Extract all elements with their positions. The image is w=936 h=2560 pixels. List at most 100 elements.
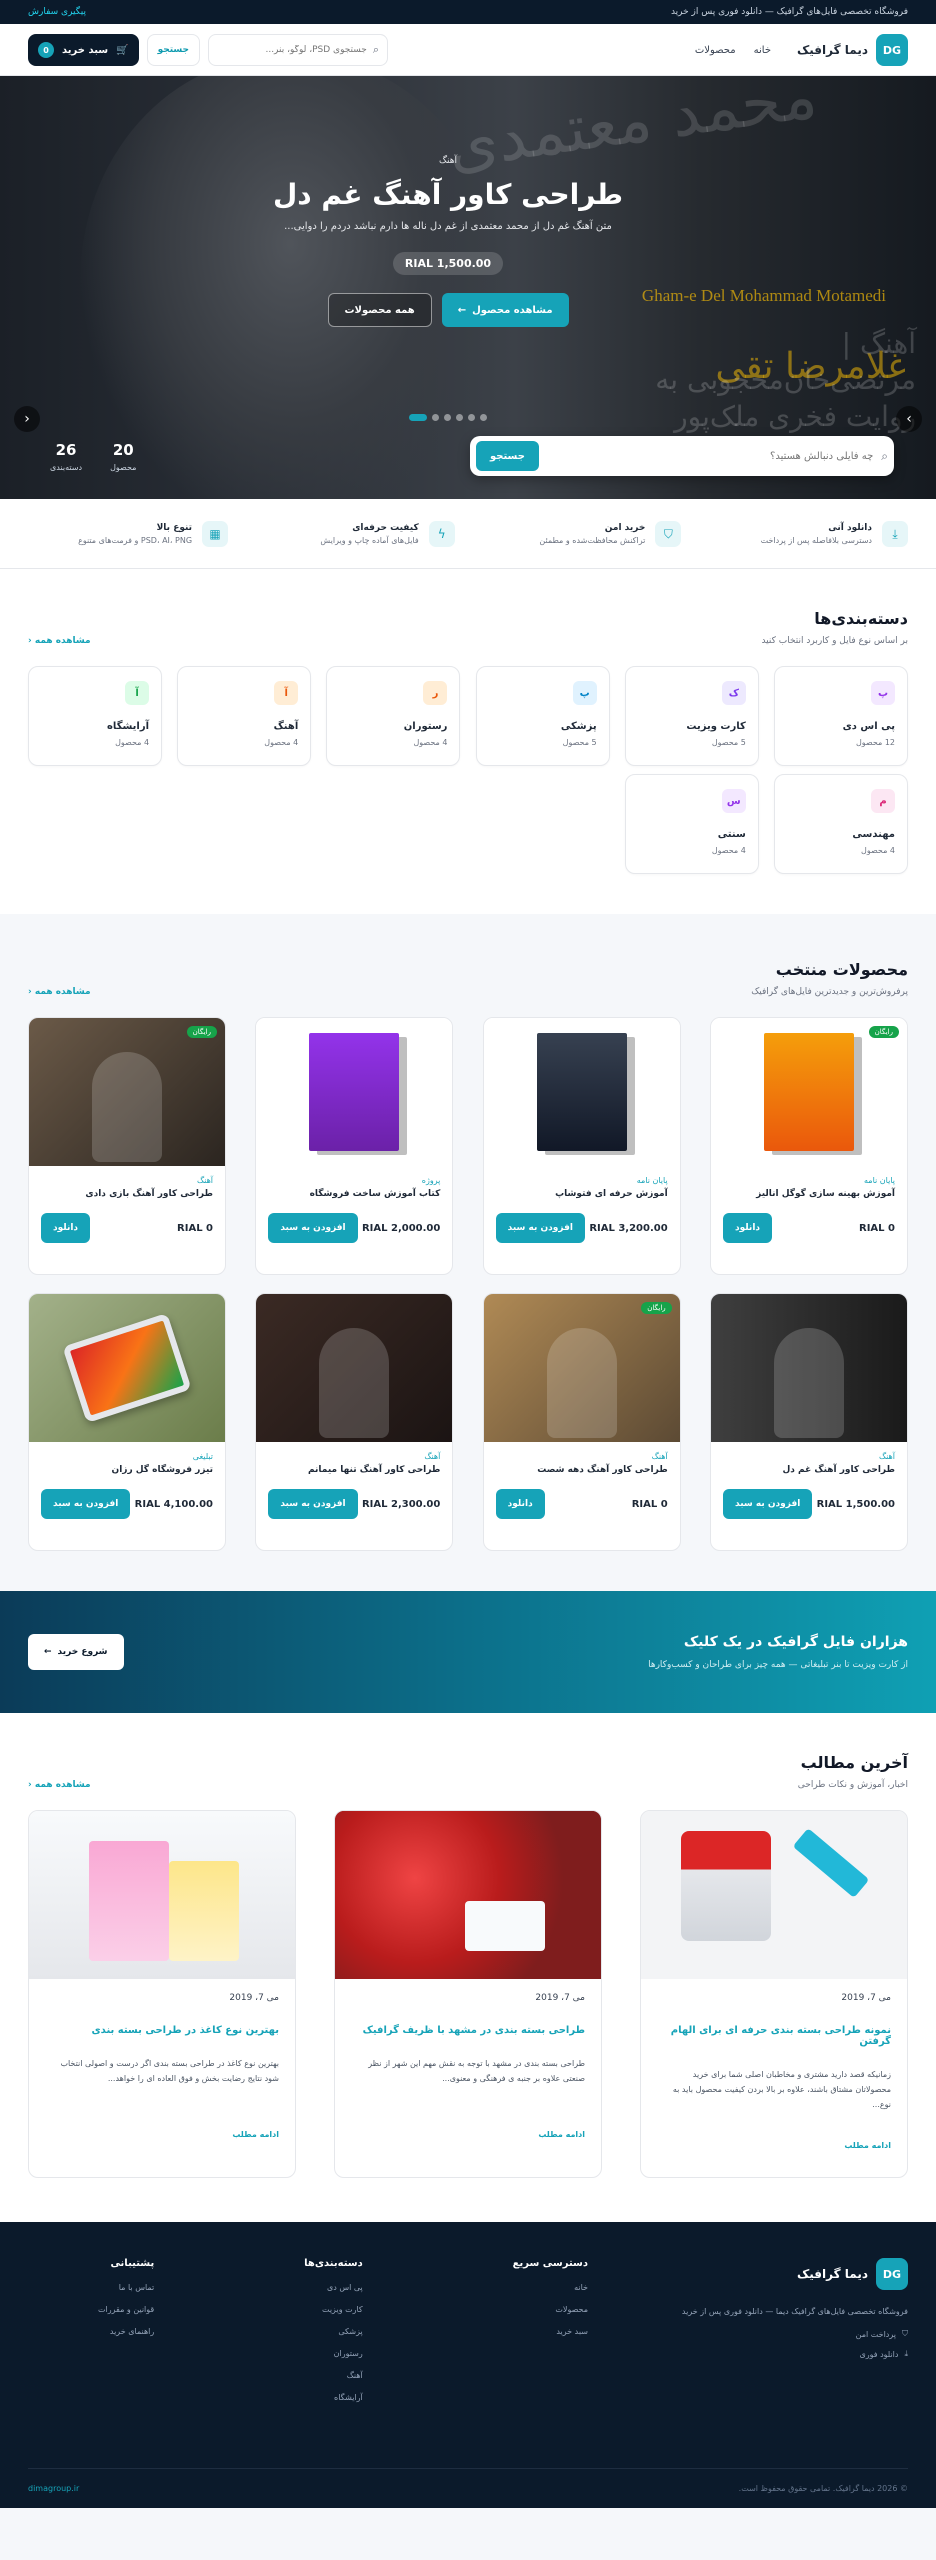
download-button[interactable]: دانلود: [723, 1213, 773, 1243]
product-image[interactable]: [256, 1294, 453, 1442]
search-input[interactable]: [217, 45, 367, 55]
product-image[interactable]: [483, 1018, 680, 1166]
category-card[interactable]: پ پی اس دی 12 محصول: [774, 666, 908, 766]
brand[interactable]: DG دیما گرافیک: [797, 34, 908, 66]
read-more-link[interactable]: ادامه مطلب: [45, 2130, 279, 2139]
nav-home[interactable]: خانه: [754, 45, 771, 56]
slider-dot-active[interactable]: [409, 414, 427, 421]
product-image[interactable]: رایگان: [483, 1294, 680, 1442]
blog-see-all[interactable]: مشاهده همه ‹: [28, 1780, 91, 1790]
footer-link[interactable]: آرایشگاه: [304, 2393, 363, 2402]
slider-dot[interactable]: [456, 414, 463, 421]
add-to-cart-button[interactable]: افزودن به سبد: [268, 1489, 358, 1519]
read-more-link[interactable]: ادامه مطلب: [657, 2141, 891, 2150]
paint-can-art: [681, 1831, 771, 1941]
category-card[interactable]: م مهندسی 4 محصول: [774, 774, 908, 874]
category-count: 4 محصول: [861, 846, 895, 855]
footer-link[interactable]: قوانین و مقررات: [98, 2305, 154, 2314]
slider-dot[interactable]: [468, 414, 475, 421]
add-to-cart-button[interactable]: افزودن به سبد: [723, 1489, 813, 1519]
product-image[interactable]: رایگان: [29, 1018, 226, 1166]
category-count: 4 محصول: [115, 738, 150, 747]
footer-link[interactable]: کارت ویزیت: [304, 2305, 363, 2314]
hero-slider: محمد معتمدی Gham-e Del Mohammad Motamedi…: [0, 76, 936, 499]
product-category[interactable]: آهنگ: [496, 1452, 668, 1461]
hero-search-button[interactable]: جستجو: [476, 441, 539, 471]
product-category[interactable]: تبلیغی: [41, 1452, 213, 1461]
footer-link[interactable]: پزشکی: [304, 2327, 362, 2336]
footer-link[interactable]: آهنگ: [304, 2371, 363, 2380]
product-image[interactable]: رایگان: [711, 1018, 907, 1166]
blog-post-image[interactable]: [641, 1811, 907, 1979]
product-name[interactable]: طراحی کاور آهنگ بازی دادی: [41, 1189, 213, 1199]
nav-products[interactable]: محصولات: [695, 45, 736, 56]
footer-link[interactable]: راهنمای خرید: [98, 2327, 154, 2336]
footer-link[interactable]: تماس با ما: [98, 2283, 155, 2292]
footer-link[interactable]: پی اس دی: [304, 2283, 363, 2292]
footer-site-link[interactable]: dimagroup.ir: [28, 2484, 79, 2493]
footer-link[interactable]: محصولات: [513, 2305, 588, 2314]
categories-see-all[interactable]: مشاهده همه ‹: [28, 636, 91, 646]
product-name[interactable]: طراحی کاور آهنگ تنها میمانم: [268, 1465, 440, 1475]
categories-section: دسته‌بندی‌ها بر اساس نوع فایل و کاربرد ا…: [0, 569, 936, 914]
add-to-cart-button[interactable]: افزودن به سبد: [41, 1489, 131, 1519]
download-button[interactable]: دانلود: [41, 1213, 91, 1243]
slider-dot[interactable]: [432, 414, 439, 421]
post-title[interactable]: بهترین نوع کاغذ در طراحی بسته بندی: [45, 2025, 279, 2036]
category-card[interactable]: پ پزشکی 5 محصول: [475, 666, 610, 766]
add-to-cart-button[interactable]: افزودن به سبد: [495, 1213, 585, 1243]
blog-post-image[interactable]: [29, 1811, 295, 1979]
product-name[interactable]: تیزر فروشگاه گل رزان: [41, 1465, 214, 1475]
category-card[interactable]: ر رستوران 4 محصول: [326, 666, 461, 766]
product-name[interactable]: آموزش بهینه سازی گوگل انالیز: [723, 1189, 895, 1199]
category-name: پزشکی: [560, 721, 597, 732]
category-card[interactable]: آ آرایشگاه 4 محصول: [28, 666, 163, 766]
product-name[interactable]: آموزش حرفه ای فتوشاپ: [496, 1189, 668, 1199]
slider-next-icon[interactable]: ›: [896, 406, 922, 432]
all-products-button[interactable]: همه محصولات: [327, 293, 432, 327]
product-category[interactable]: آهنگ: [268, 1452, 440, 1461]
footer-link[interactable]: خانه: [513, 2283, 588, 2292]
blog-post-image[interactable]: [335, 1811, 601, 1979]
free-badge: رایگان: [186, 1026, 218, 1038]
product-body: آهنگ طراحی کاور آهنگ بازی دادی RIAL 0 دانلو…: [29, 1166, 225, 1253]
category-card[interactable]: ک کارت ویزیت 5 محصول: [624, 666, 759, 766]
download-button[interactable]: دانلود: [495, 1489, 545, 1519]
footer-link[interactable]: رستوران: [304, 2349, 363, 2358]
category-grid: پ پی اس دی 12 محصول ک کارت ویزیت 5 محصول پ پزشک…: [28, 666, 908, 874]
add-to-cart-button[interactable]: افزودن به سبد: [268, 1213, 358, 1243]
product-category[interactable]: پروژه: [268, 1176, 441, 1185]
post-title[interactable]: طراحی بسته بندی در مشهد با ظریف گرافیک: [351, 2025, 585, 2036]
track-order-link[interactable]: پیگیری سفارش: [28, 7, 86, 17]
products-see-all[interactable]: مشاهده همه ‹: [28, 987, 91, 997]
category-count: 5 محصول: [711, 738, 746, 747]
product-category[interactable]: پایان نامه: [723, 1176, 895, 1185]
hero-search-input[interactable]: [546, 450, 874, 462]
product-image[interactable]: [711, 1294, 907, 1442]
copyright: © 2026 دیما گرافیک. تمامی حقوق محفوظ است…: [738, 2484, 908, 2493]
cart-icon: 🛒: [116, 44, 129, 56]
product-category[interactable]: آهنگ: [41, 1176, 213, 1185]
view-product-button[interactable]: مشاهده محصول ←: [441, 293, 569, 327]
read-more-link[interactable]: ادامه مطلب: [351, 2130, 585, 2139]
cart-button[interactable]: 🛒 سبد خرید 0: [28, 34, 139, 66]
product-category[interactable]: آهنگ: [723, 1452, 895, 1461]
post-title[interactable]: نمونه طراحی بسته بندی حرفه ای برای الهام…: [657, 2025, 891, 2047]
product-image[interactable]: [29, 1294, 226, 1442]
footer-feature: ⛉ پرداخت امن: [678, 2329, 908, 2339]
slider-prev-icon[interactable]: ‹: [14, 406, 40, 432]
feature-item: ▦ تنوع بالا PSD، AI، PNG و فرمت‌های متنوع: [28, 521, 229, 547]
product-name[interactable]: طراحی کاور آهنگ غم دل: [723, 1465, 895, 1475]
product-footer: RIAL 2,300.00 افزودن به سبد: [268, 1489, 440, 1519]
product-name[interactable]: طراحی کاور آهنگ دهه شصت: [496, 1465, 667, 1475]
product-category[interactable]: پایان نامه: [496, 1176, 668, 1185]
search-button[interactable]: جستجو: [146, 34, 201, 66]
footer-link[interactable]: سبد خرید: [513, 2327, 588, 2336]
slider-dot[interactable]: [444, 414, 451, 421]
product-name[interactable]: کتاب آموزش ساخت فروشگاه: [268, 1189, 441, 1199]
category-card[interactable]: س سنتی 4 محصول: [624, 774, 759, 874]
category-card[interactable]: آ آهنگ 4 محصول: [177, 666, 312, 766]
product-image[interactable]: [256, 1018, 453, 1166]
slider-dot[interactable]: [480, 414, 487, 421]
start-shopping-button[interactable]: شروع خرید ←: [28, 1634, 124, 1670]
